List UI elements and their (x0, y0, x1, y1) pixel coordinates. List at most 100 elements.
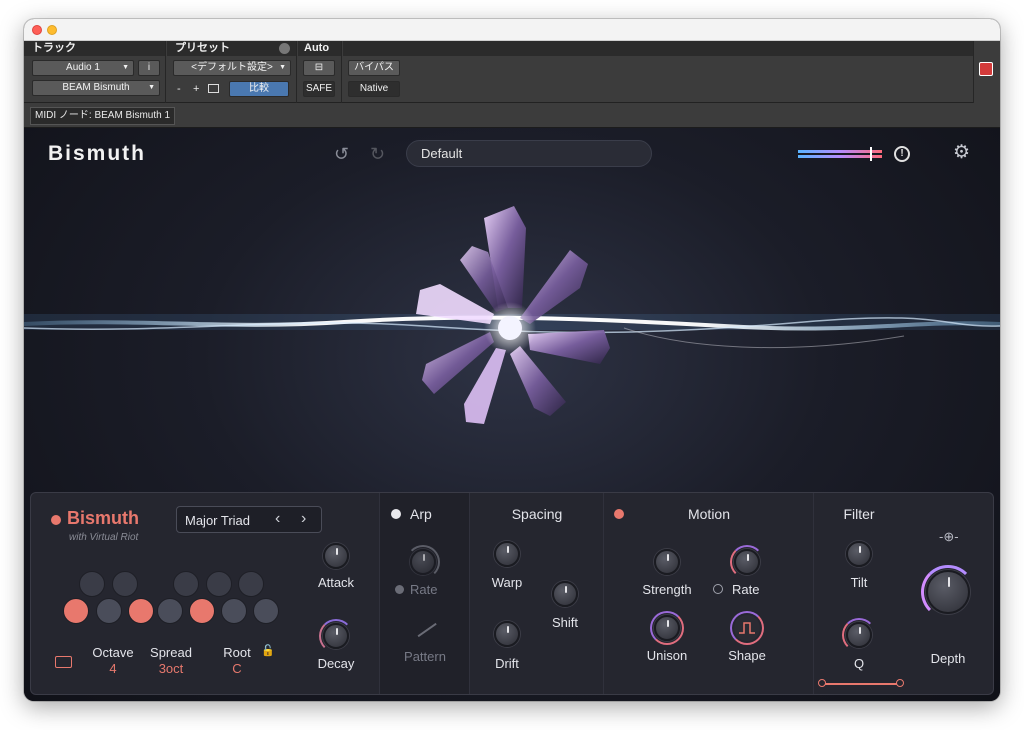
strength-knob[interactable] (654, 549, 680, 575)
strength-label: Strength (642, 582, 692, 597)
track-select[interactable]: Audio 1 ▼ (32, 60, 134, 76)
chord-pad[interactable] (206, 571, 232, 597)
output-level-meter[interactable] (796, 146, 892, 162)
depth-knob[interactable] (926, 570, 970, 614)
keyboard-icon[interactable] (55, 656, 72, 668)
undo-icon[interactable]: ↺ (334, 144, 349, 164)
filter-title: Filter (843, 506, 875, 522)
chord-pad[interactable] (112, 571, 138, 597)
decay-label: Decay (317, 656, 355, 671)
auto-section: Auto ⊟ SAFE (298, 41, 342, 103)
chord-pad[interactable] (157, 598, 183, 624)
shift-knob[interactable] (552, 581, 578, 607)
insert-select[interactable]: BEAM Bismuth ▼ (32, 80, 160, 96)
filter-range-slider[interactable] (822, 683, 902, 685)
record-icon[interactable] (979, 62, 993, 76)
compare-button[interactable]: 比較 (229, 81, 289, 97)
preset-menu-icon[interactable] (279, 43, 290, 54)
plugin-body: Bismuth ↺ ↻ Default ! ⚙ Bismuth with Vir… (24, 128, 1000, 701)
title-bar (24, 19, 1000, 41)
chord-pad[interactable] (96, 598, 122, 624)
crystal-visualizer (24, 206, 1000, 424)
chord-pad[interactable] (79, 571, 105, 597)
chord-pad-active[interactable] (128, 598, 154, 624)
level-handle[interactable] (870, 147, 872, 161)
drift-knob[interactable] (494, 621, 520, 647)
preset-next-button[interactable]: + (193, 82, 199, 96)
record-section (973, 41, 1000, 103)
preset-select[interactable]: <デフォルト設定> ▼ (173, 60, 291, 76)
tilt-knob[interactable] (846, 541, 872, 567)
attack-label: Attack (317, 575, 355, 590)
chevron-down-icon: ▼ (148, 84, 155, 91)
bismuth-section: Bismuth with Virtual Riot Major Triad ‹ … (31, 493, 379, 694)
preset-name: <デフォルト設定> (191, 62, 273, 73)
motion-rate-knob[interactable] (734, 549, 760, 575)
arp-rate-knob[interactable] (410, 549, 436, 575)
safe-button[interactable]: SAFE (303, 81, 335, 97)
track-section: トラック Audio 1 ▼ i BEAM Bismuth ▼ (24, 41, 166, 103)
warp-label: Warp (491, 575, 523, 590)
chord-pad[interactable] (221, 598, 247, 624)
chevron-down-icon: ▼ (279, 64, 286, 71)
bypass-section: バイパス Native (343, 41, 973, 103)
pattern-icon[interactable] (417, 622, 437, 637)
root-label: Root (223, 645, 251, 660)
track-i-button[interactable]: i (138, 60, 160, 76)
decay-knob[interactable] (323, 623, 349, 649)
motion-section: Motion Strength Rate Unison Shape (603, 493, 813, 694)
chevron-down-icon: ▼ (122, 64, 129, 71)
close-window-button[interactable] (32, 25, 42, 35)
native-button[interactable]: Native (348, 81, 400, 97)
q-knob[interactable] (846, 622, 872, 648)
depth-move-icon[interactable]: -⊕- (939, 529, 959, 545)
shape-label: Shape (728, 648, 766, 663)
chord-pad-active[interactable] (189, 598, 215, 624)
chevron-right-icon[interactable]: › (301, 510, 306, 528)
bypass-button[interactable]: バイパス (348, 60, 400, 76)
filter-range-low-handle[interactable] (818, 679, 826, 687)
bismuth-power-toggle[interactable] (51, 515, 61, 525)
tilt-label: Tilt (850, 575, 868, 590)
root-value[interactable]: C (209, 661, 265, 676)
lock-icon[interactable]: 🔓 (261, 644, 275, 657)
chord-pad-active[interactable] (63, 598, 89, 624)
clock-icon[interactable] (713, 584, 723, 594)
gear-icon[interactable]: ⚙ (953, 143, 970, 163)
octave-value[interactable]: 4 (85, 661, 141, 676)
clock-icon[interactable] (395, 585, 404, 594)
chord-selector[interactable]: Major Triad ‹ › (176, 506, 322, 533)
shape-button[interactable] (734, 615, 760, 641)
depth-label: Depth (930, 651, 966, 666)
octave-label: Octave (92, 645, 134, 660)
preset-prev-button[interactable]: - (177, 82, 181, 96)
track-name: Audio 1 (66, 62, 100, 73)
automation-icon[interactable]: ⊟ (303, 60, 335, 76)
midi-node-label: MIDI ノード: BEAM Bismuth 1 (30, 107, 176, 125)
filter-section: Filter Tilt Q (813, 493, 904, 694)
unison-knob[interactable] (654, 615, 680, 641)
arp-section: Arp Rate Pattern (379, 493, 469, 694)
arp-power-toggle[interactable] (391, 509, 401, 519)
chord-pad[interactable] (238, 571, 264, 597)
spread-label: Spread (150, 645, 192, 660)
chord-pad[interactable] (253, 598, 279, 624)
preset-display[interactable]: Default (406, 140, 652, 167)
auto-header: Auto (298, 41, 341, 56)
depth-section: -⊕- Depth (903, 493, 993, 694)
spacing-title: Spacing (511, 506, 563, 522)
chord-pad[interactable] (173, 571, 199, 597)
bypass-header (343, 41, 973, 56)
arp-title: Arp (410, 506, 432, 522)
alert-icon[interactable]: ! (894, 146, 910, 162)
warp-knob[interactable] (494, 541, 520, 567)
host-header: トラック Audio 1 ▼ i BEAM Bismuth ▼ プリセット <デフォ… (24, 41, 1000, 103)
copy-icon[interactable] (208, 84, 219, 93)
minimize-window-button[interactable] (47, 25, 57, 35)
bismuth-subtitle: with Virtual Riot (69, 532, 139, 543)
motion-title: Motion (687, 506, 731, 522)
spread-value[interactable]: 3oct (143, 661, 199, 676)
chevron-left-icon[interactable]: ‹ (275, 510, 280, 528)
redo-icon[interactable]: ↻ (370, 144, 385, 164)
attack-knob[interactable] (323, 543, 349, 569)
